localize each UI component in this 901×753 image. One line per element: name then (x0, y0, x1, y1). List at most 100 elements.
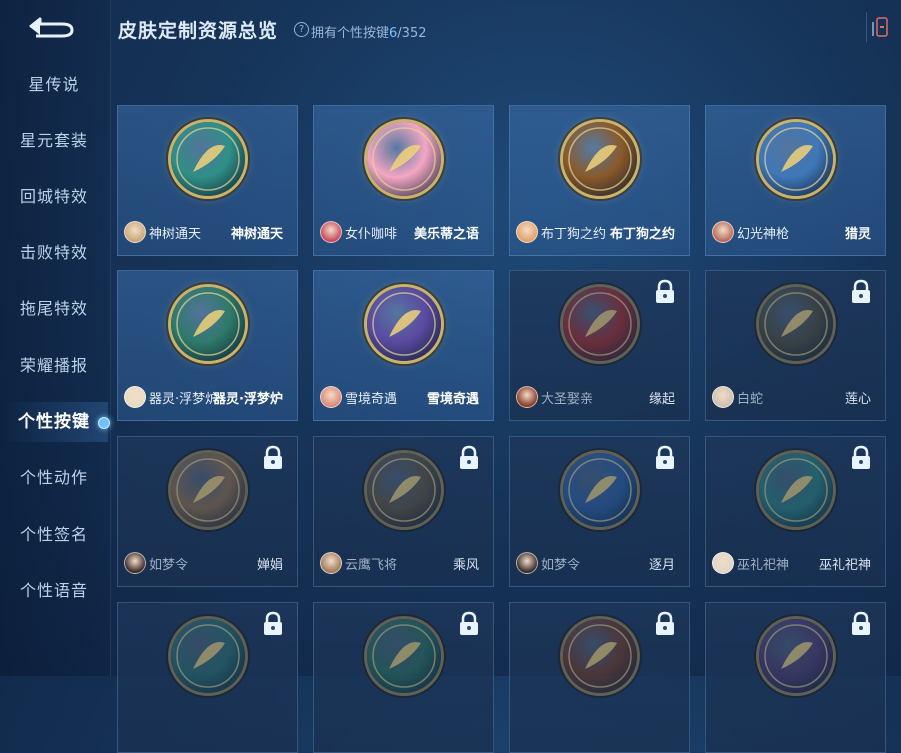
item-name: 猎灵 (844, 227, 871, 242)
skin-button-card[interactable]: 白蛇 莲心 (705, 270, 886, 421)
lock-icon (261, 611, 285, 637)
hero-row: 白蛇 莲心 (712, 386, 879, 408)
settings-corner-icon[interactable] (866, 12, 893, 42)
sidebar: 星传说星元套装回城特效击败特效拖尾特效荣耀播报个性按键个性动作个性签名个性语音 (0, 0, 111, 676)
item-name: 巫礼祀神 (818, 558, 871, 573)
skin-button-card[interactable]: 幻光神枪 猎灵 (705, 105, 886, 256)
lotus-icon (758, 287, 833, 361)
moon-fan-icon (170, 453, 245, 527)
golden-blade-icon (366, 453, 441, 527)
hero-avatar (516, 386, 538, 408)
flame-icon (562, 619, 637, 693)
skin-button-card[interactable]: 大圣娶亲 缘起 (509, 270, 690, 421)
skin-button-card[interactable] (117, 602, 298, 753)
hero-row: 器灵·浮梦炉 器灵·浮梦炉 (124, 386, 291, 408)
lock-icon (261, 445, 285, 471)
hero-row: 大圣娶亲 缘起 (516, 386, 683, 408)
item-name: 神树通天 (230, 227, 283, 242)
sidebar-item-2[interactable]: 回城特效 (0, 177, 108, 217)
red-scroll-icon (562, 287, 637, 361)
lock-icon (457, 611, 481, 637)
purple-flower-icon (366, 287, 441, 361)
sidebar-item-3[interactable]: 击败特效 (0, 233, 108, 273)
item-name: 乘风 (452, 558, 479, 573)
hero-avatar (516, 552, 538, 574)
item-name: 美乐蒂之语 (413, 227, 479, 242)
hero-row: 如梦令 逐月 (516, 552, 683, 574)
sidebar-item-label: 星元套装 (19, 131, 88, 150)
sidebar-item-label: 拖尾特效 (19, 299, 88, 318)
sidebar-item-label: 荣耀播报 (19, 356, 88, 375)
sidebar-item-9[interactable]: 个性语音 (0, 571, 108, 611)
hero-row: 巫礼祀神 巫礼祀神 (712, 552, 879, 574)
golden-leaves-icon (170, 122, 245, 196)
hero-avatar (320, 221, 342, 243)
hero-avatar (712, 386, 734, 408)
white-crane-icon (562, 453, 637, 527)
skin-button-card[interactable]: 云鹰飞将 乘风 (313, 436, 494, 587)
sidebar-item-4[interactable]: 拖尾特效 (0, 289, 108, 329)
golden-key-icon (562, 122, 637, 196)
skin-name: 巫礼祀神 (737, 558, 790, 573)
sidebar-item-label: 回城特效 (19, 187, 88, 206)
owned-count-label: 拥有个性按键6/352 (311, 22, 427, 41)
skin-name: 器灵·浮梦炉 (149, 392, 219, 407)
skin-button-card[interactable] (313, 602, 494, 753)
owned-prefix: 拥有个性按键 (311, 26, 390, 41)
sidebar-item-label: 击败特效 (19, 243, 88, 262)
sidebar-item-label: 个性签名 (19, 525, 88, 544)
sidebar-item-6[interactable]: 个性按键 (0, 402, 110, 442)
hero-avatar (712, 221, 734, 243)
sidebar-item-1[interactable]: 星元套装 (0, 121, 108, 161)
hero-avatar (320, 552, 342, 574)
sidebar-item-0[interactable]: 星传说 (0, 65, 108, 105)
back-button[interactable] (26, 14, 76, 40)
skin-name: 如梦令 (149, 558, 189, 573)
lock-icon (849, 279, 873, 305)
skin-button-card[interactable]: 布丁狗之约 布丁狗之约 (509, 105, 690, 256)
hero-avatar (124, 221, 146, 243)
skin-name: 布丁狗之约 (541, 227, 607, 242)
item-name: 雪境奇遇 (426, 392, 479, 407)
spirit-fish-icon (758, 453, 833, 527)
lock-icon (849, 611, 873, 637)
skin-button-card[interactable]: 器灵·浮梦炉 器灵·浮梦炉 (117, 270, 298, 421)
lock-icon (653, 279, 677, 305)
hero-avatar (516, 221, 538, 243)
hero-row: 雪境奇遇 雪境奇遇 (320, 386, 487, 408)
skin-button-card[interactable] (509, 602, 690, 753)
skin-name: 大圣娶亲 (541, 392, 594, 407)
hero-avatar (712, 552, 734, 574)
sidebar-item-5[interactable]: 荣耀播报 (0, 346, 108, 386)
sidebar-item-label: 个性动作 (19, 468, 88, 487)
skin-name: 云鹰飞将 (345, 558, 398, 573)
hero-row: 幻光神枪 猎灵 (712, 221, 879, 243)
skin-button-card[interactable]: 巫礼祀神 巫礼祀神 (705, 436, 886, 587)
item-name: 器灵·浮梦炉 (213, 392, 283, 407)
skin-button-card[interactable]: 雪境奇遇 雪境奇遇 (313, 270, 494, 421)
light-spear-icon (758, 122, 833, 196)
sidebar-item-label: 个性按键 (18, 412, 90, 432)
skin-button-card[interactable] (705, 602, 886, 753)
skin-button-card[interactable]: 如梦令 逐月 (509, 436, 690, 587)
sidebar-item-8[interactable]: 个性签名 (0, 515, 108, 555)
hero-avatar (124, 386, 146, 408)
active-indicator-icon (98, 417, 110, 429)
skin-button-card[interactable]: 如梦令 婵娟 (117, 436, 298, 587)
melody-bunny-icon (366, 122, 441, 196)
sidebar-item-label: 个性语音 (19, 581, 88, 600)
item-name: 逐月 (648, 558, 675, 573)
item-name: 婵娟 (256, 558, 283, 573)
skin-name: 白蛇 (737, 392, 764, 407)
lock-icon (653, 611, 677, 637)
help-icon[interactable]: ? (294, 22, 309, 37)
sidebar-item-7[interactable]: 个性动作 (0, 458, 108, 498)
skin-name: 幻光神枪 (737, 227, 790, 242)
skin-button-card[interactable]: 神树通天 神树通天 (117, 105, 298, 256)
hero-row: 如梦令 婵娟 (124, 552, 291, 574)
skin-button-card[interactable]: 女仆咖啡 美乐蒂之语 (313, 105, 494, 256)
lock-icon (653, 445, 677, 471)
back-arrow-icon (29, 17, 74, 38)
sidebar-item-label: 星传说 (28, 75, 80, 94)
skin-name: 雪境奇遇 (345, 392, 398, 407)
